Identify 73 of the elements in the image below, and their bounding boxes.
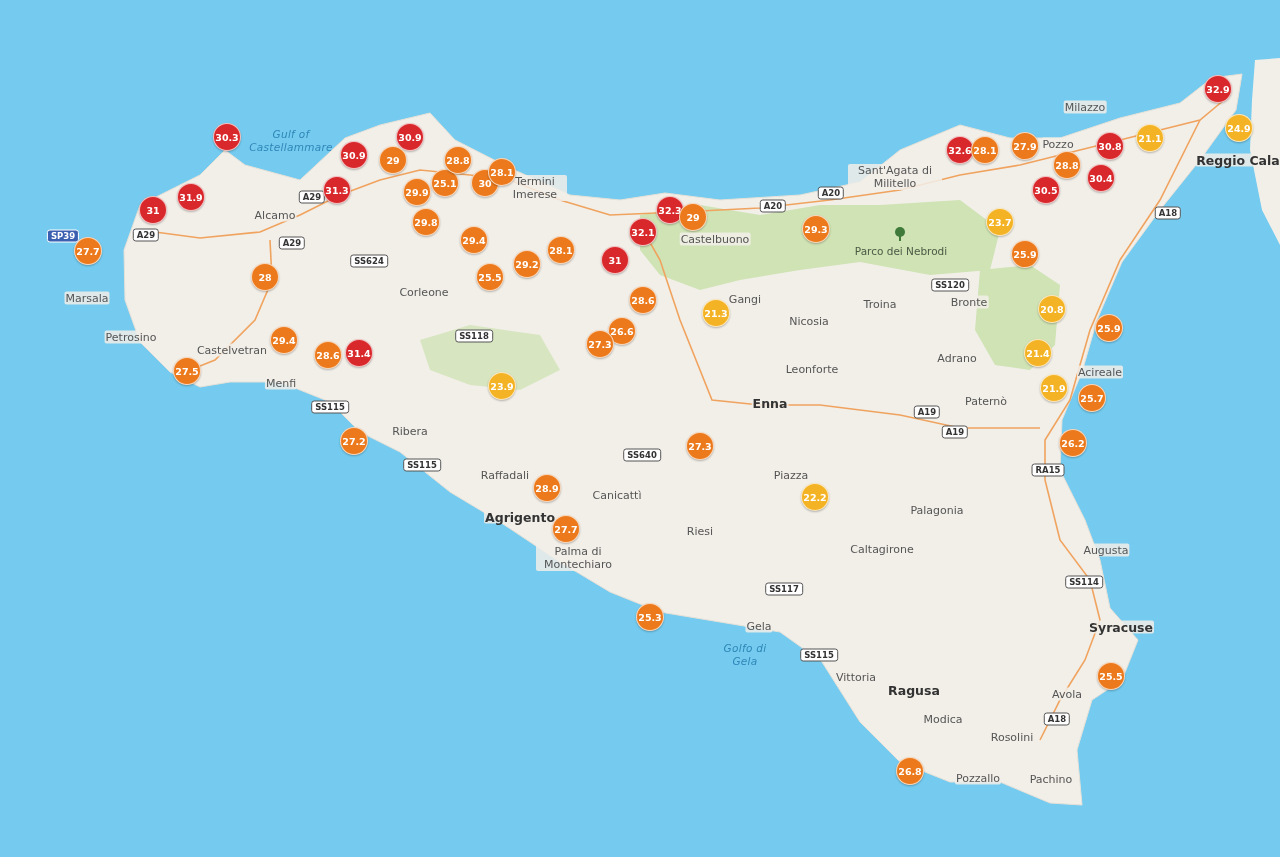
road-shield: A18 (1154, 206, 1182, 220)
place-label: Ragusa (887, 683, 941, 697)
place-label: Canicattì (591, 488, 643, 502)
tree-icon (894, 227, 906, 241)
temperature-marker[interactable]: 27.2 (340, 427, 368, 455)
road-shield: SS117 (765, 582, 803, 596)
place-label: Agrigento (484, 510, 556, 524)
road-shield: RA15 (1031, 463, 1065, 477)
place-label: Pachino (1028, 772, 1074, 786)
temperature-marker[interactable]: 27.9 (1011, 132, 1039, 160)
place-label: Avola (1051, 687, 1083, 701)
place-label: Enna (751, 396, 789, 410)
place-label: Petrosino (104, 330, 158, 344)
road-shield: SS115 (311, 400, 349, 414)
place-label: Menfi (264, 376, 298, 390)
temperature-marker[interactable]: 25.9 (1095, 314, 1123, 342)
road-shield: A19 (913, 405, 941, 419)
place-label: Augusta (1082, 543, 1130, 557)
place-label: Paternò (964, 394, 1008, 408)
place-label: Leonforte (784, 362, 840, 376)
temperature-marker[interactable]: 25.3 (636, 603, 664, 631)
place-label: Modica (922, 712, 964, 726)
place-label: Caltagirone (849, 542, 915, 556)
place-label: Syracuse (1088, 620, 1154, 634)
place-label: Rosolini (989, 730, 1035, 744)
road-shield: SS624 (350, 254, 388, 268)
road-shield: SS115 (403, 458, 441, 472)
place-label: Marsala (64, 291, 110, 305)
place-label: Sant'Agata di Militello (848, 164, 942, 190)
temperature-marker[interactable]: 30.3 (213, 123, 241, 151)
place-label: Pozzallo (954, 771, 1002, 785)
sea-label: Golfo di Gela (722, 642, 768, 668)
place-label: Reggio Cala (1195, 153, 1280, 167)
place-label: Gangi (727, 292, 763, 306)
road-shield: SS115 (800, 648, 838, 662)
road-shield: A29 (298, 190, 326, 204)
road-shield: A29 (132, 228, 160, 242)
place-label: Riesi (685, 524, 715, 538)
place-label: Vittoria (835, 670, 877, 684)
place-label: Raffadali (479, 468, 531, 482)
road-shield: A20 (817, 186, 845, 200)
road-shield: SS120 (931, 278, 969, 292)
place-label: Alcamo (253, 208, 297, 222)
map-background[interactable] (0, 0, 1280, 857)
temperature-marker[interactable]: 27.7 (74, 237, 102, 265)
place-label: Bronte (949, 295, 989, 309)
place-label: Nicosia (788, 314, 830, 328)
road-shield: A20 (759, 199, 787, 213)
road-shield: A18 (1043, 712, 1071, 726)
temperature-marker[interactable]: 25.7 (1078, 384, 1106, 412)
place-label: Piazza (772, 468, 810, 482)
place-label: Palagonia (909, 503, 965, 517)
place-label: Acireale (1076, 365, 1124, 379)
place-label: Castelbuono (679, 232, 751, 246)
place-label: Adrano (936, 351, 978, 365)
temperature-marker[interactable]: 24.9 (1225, 114, 1253, 142)
road-shield: A29 (278, 236, 306, 250)
road-shield: SS114 (1065, 575, 1103, 589)
place-label: Gela (745, 619, 773, 633)
road-shield: SS640 (623, 448, 661, 462)
place-label: Ribera (391, 424, 429, 438)
place-label: Corleone (398, 285, 450, 299)
temperature-marker[interactable]: 26.2 (1059, 429, 1087, 457)
road-shield: SS118 (455, 329, 493, 343)
park-label: Parco dei Nebrodi (854, 245, 948, 257)
sea-label: Gulf of Castellammare (248, 128, 334, 154)
place-label: Milazzo (1063, 100, 1107, 114)
place-label: Troina (862, 297, 898, 311)
place-label: Pozzo (1041, 137, 1075, 151)
temperature-marker[interactable]: 26.8 (896, 757, 924, 785)
place-label: Castelvetran (195, 343, 269, 357)
road-shield: SP39 (46, 229, 80, 243)
road-shield: A19 (941, 425, 969, 439)
